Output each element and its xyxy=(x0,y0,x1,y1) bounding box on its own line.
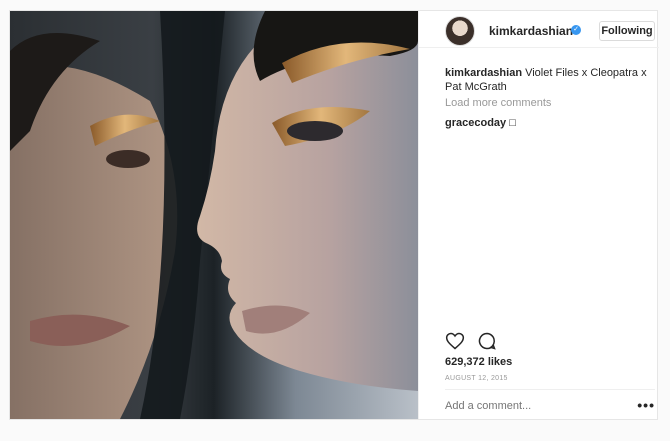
caption-username-link[interactable]: kimkardashian xyxy=(445,67,522,79)
caption: kimkardashian Violet Files x Cleopatra x… xyxy=(445,66,655,94)
avatar[interactable] xyxy=(445,16,475,46)
post-header: kimkardashian ✓ Following xyxy=(419,11,659,48)
post-photo[interactable] xyxy=(10,11,418,419)
following-button[interactable]: Following xyxy=(599,21,655,41)
comment-icon[interactable] xyxy=(477,331,497,351)
heart-icon[interactable] xyxy=(445,331,465,351)
like-count[interactable]: 629,372 likes xyxy=(445,356,512,368)
add-comment-input[interactable] xyxy=(445,400,615,412)
comments-section: kimkardashian Violet Files x Cleopatra x… xyxy=(445,66,655,130)
username-link[interactable]: kimkardashian xyxy=(489,24,573,38)
comment-username-link[interactable]: gracecoday xyxy=(445,117,506,129)
action-bar xyxy=(445,331,505,353)
comment-text: □ xyxy=(506,117,516,129)
load-more-comments-link[interactable]: Load more comments xyxy=(445,96,655,110)
verified-badge-icon: ✓ xyxy=(571,25,581,35)
more-options-icon[interactable]: ••• xyxy=(637,397,655,413)
add-comment-bar: ••• xyxy=(445,389,655,419)
post-sidebar: kimkardashian ✓ Following kimkardashian … xyxy=(418,11,659,419)
post-card: kimkardashian ✓ Following kimkardashian … xyxy=(9,10,659,420)
photo-artwork xyxy=(10,11,418,419)
post-date[interactable]: AUGUST 12, 2015 xyxy=(445,375,508,382)
comment-item: gracecoday □ xyxy=(445,116,655,130)
